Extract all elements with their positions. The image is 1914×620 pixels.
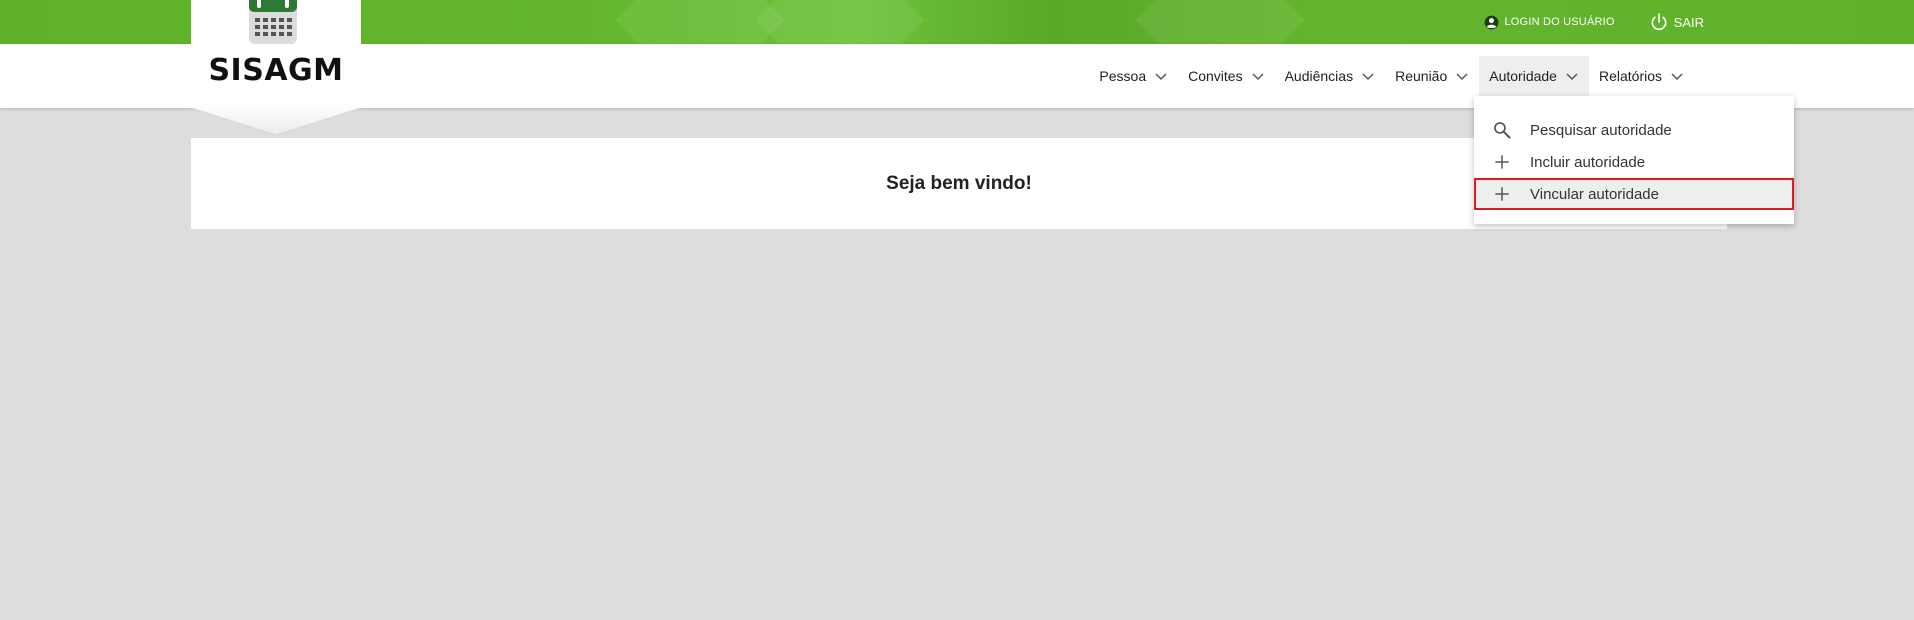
login-label: LOGIN DO USUÁRIO [1504, 16, 1615, 28]
user-circle-icon [1485, 15, 1499, 29]
logout-link[interactable]: SAIR [1649, 12, 1704, 32]
menu-item-convites[interactable]: Convites [1178, 56, 1274, 96]
chevron-down-icon [1671, 73, 1683, 81]
dropdown-item-label: Vincular autoridade [1530, 185, 1659, 203]
plus-icon [1495, 187, 1509, 201]
logo-title: SISAGM [208, 53, 344, 88]
chevron-down-icon [1252, 73, 1264, 81]
chevron-down-icon [1362, 73, 1374, 81]
logo[interactable]: SISAGM [191, 0, 361, 135]
chevron-down-icon [1566, 73, 1578, 81]
menu-item-label: Audiências [1284, 68, 1354, 84]
menu-item-label: Pessoa [1099, 68, 1147, 84]
dropdown-item-label: Pesquisar autoridade [1530, 121, 1672, 139]
menu-item-reuniao[interactable]: Reunião [1385, 56, 1479, 96]
dropdown-item-vincular-autoridade[interactable]: Vincular autoridade [1474, 178, 1794, 210]
menu-item-audiencias[interactable]: Audiências [1275, 56, 1386, 96]
menu-item-label: Convites [1188, 68, 1243, 84]
menu-item-relatorios[interactable]: Relatórios [1589, 56, 1694, 96]
plus-icon [1495, 155, 1509, 169]
chevron-down-icon [1456, 73, 1468, 81]
autoridade-dropdown: Pesquisar autoridade Incluir autoridade … [1474, 96, 1794, 224]
menu-item-autoridade[interactable]: Autoridade [1479, 56, 1589, 96]
menu-item-label: Reunião [1395, 68, 1448, 84]
menu-item-pessoa[interactable]: Pessoa [1089, 56, 1178, 96]
power-icon [1651, 13, 1667, 31]
dropdown-item-label: Incluir autoridade [1530, 153, 1646, 171]
background-pattern [1135, 0, 1305, 44]
menu-item-label: Relatórios [1598, 68, 1662, 84]
dropdown-item-incluir-autoridade[interactable]: Incluir autoridade [1474, 146, 1794, 178]
calendar-icon [249, 0, 297, 44]
dropdown-item-pesquisar-autoridade[interactable]: Pesquisar autoridade [1474, 114, 1794, 146]
search-icon [1494, 122, 1511, 139]
logout-label: SAIR [1673, 14, 1704, 30]
login-link[interactable]: LOGIN DO USUÁRIO [1484, 15, 1614, 30]
top-links: LOGIN DO USUÁRIO SAIR [1484, 0, 1704, 44]
menu-item-label: Autoridade [1489, 68, 1557, 84]
background-pattern [755, 0, 925, 44]
chevron-down-icon [1155, 73, 1167, 81]
